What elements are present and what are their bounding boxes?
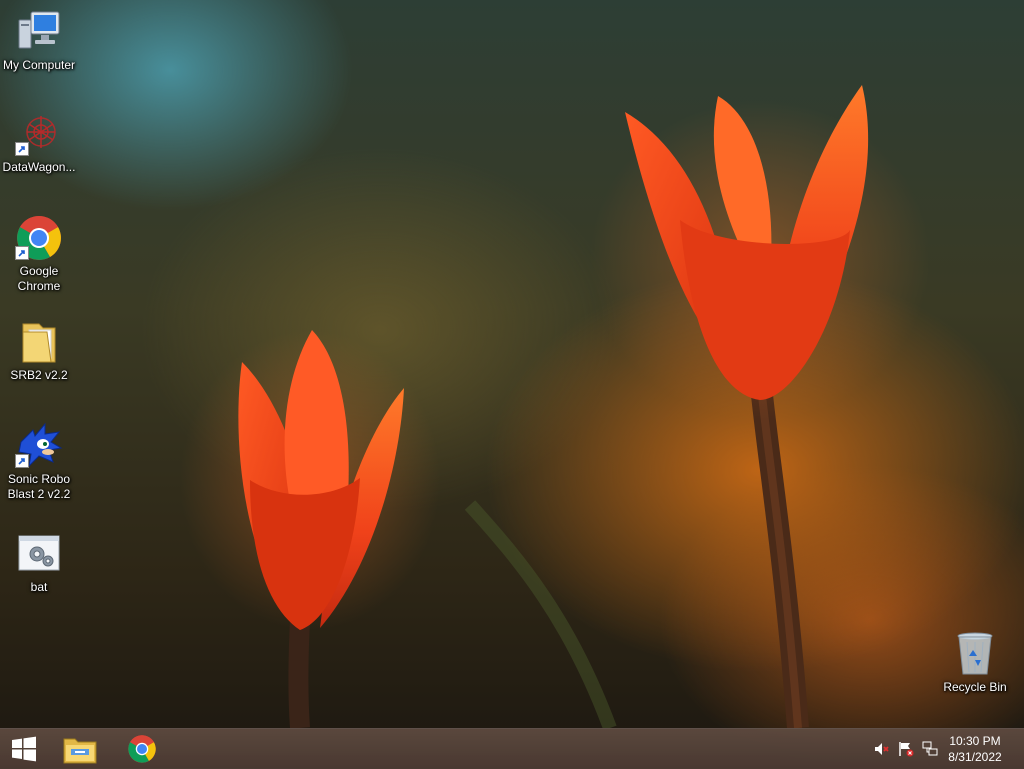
batch-file-icon <box>15 530 63 578</box>
taskbar: 10:30 PM 8/31/2022 <box>0 728 1024 769</box>
taskbar-clock[interactable]: 10:30 PM 8/31/2022 <box>942 733 1008 765</box>
network-icon[interactable] <box>922 741 938 757</box>
desktop-icon-recycle-bin[interactable]: Recycle Bin <box>936 630 1014 695</box>
chrome-icon <box>15 214 63 262</box>
desktop-icon-sonic-robo-blast-2[interactable]: Sonic Robo Blast 2 v2.2 <box>0 422 78 502</box>
shortcut-arrow-icon <box>15 246 29 260</box>
taskbar-file-explorer-button[interactable] <box>52 729 108 769</box>
volume-muted-icon[interactable] <box>874 741 890 757</box>
windows-start-icon <box>12 736 36 762</box>
chrome-icon <box>128 735 156 763</box>
desktop-icon-my-computer[interactable]: My Computer <box>0 8 78 73</box>
clock-date: 8/31/2022 <box>948 750 1002 764</box>
shortcut-arrow-icon <box>15 142 29 156</box>
file-explorer-icon <box>63 738 97 764</box>
computer-icon <box>15 8 63 56</box>
desktop-icon-google-chrome[interactable]: Google Chrome <box>0 214 78 294</box>
desktop-icon-label: bat <box>30 580 48 594</box>
desktop-icon-bat[interactable]: bat <box>0 530 78 595</box>
desktop-icon-label: SRB2 v2.2 <box>10 368 68 382</box>
taskbar-chrome-button[interactable] <box>114 729 170 769</box>
start-button[interactable] <box>0 729 48 769</box>
shortcut-arrow-icon <box>15 454 29 468</box>
desktop-icon-label: Sonic Robo Blast 2 v2.2 <box>7 472 71 501</box>
action-center-flag-icon[interactable] <box>898 741 914 757</box>
recycle-bin-icon <box>951 630 999 678</box>
desktop-icon-datawagon[interactable]: DataWagon... <box>0 110 78 175</box>
folder-icon <box>15 318 63 366</box>
desktop-icon-srb2-folder[interactable]: SRB2 v2.2 <box>0 318 78 383</box>
desktop-icon-label: DataWagon... <box>2 160 76 174</box>
clock-time: 10:30 PM <box>949 734 1001 748</box>
sonic-icon <box>15 422 63 470</box>
desktop-icon-label: Recycle Bin <box>943 680 1007 694</box>
desktop-wallpaper <box>180 85 930 728</box>
desktop-icon-label: My Computer <box>2 58 76 72</box>
system-tray: 10:30 PM 8/31/2022 <box>864 729 1024 769</box>
desktop-icon-label: Google Chrome <box>17 264 61 293</box>
datawagon-icon <box>15 110 63 158</box>
